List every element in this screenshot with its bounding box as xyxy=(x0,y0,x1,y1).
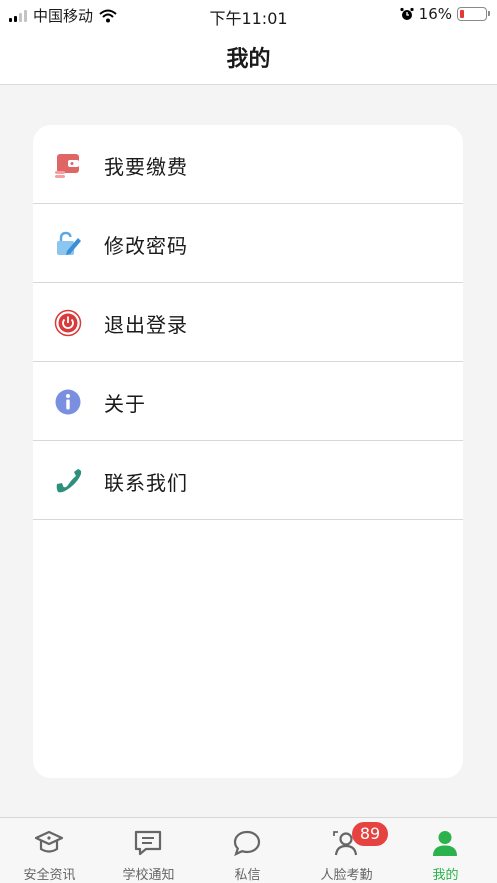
status-bar: 中国移动 下午11:01 16% xyxy=(0,0,497,28)
phone-icon xyxy=(56,469,82,493)
alarm-icon xyxy=(400,7,414,20)
tab-bar: 安全资讯 学校通知 私信 89 人脸考勤 我的 xyxy=(0,817,497,883)
tab-mine[interactable]: 我的 xyxy=(396,818,495,883)
battery-percent: 16% xyxy=(418,5,452,23)
menu-item-label: 我要缴费 xyxy=(104,155,188,179)
tab-safety-news[interactable]: 安全资讯 xyxy=(0,818,99,883)
tab-face-attendance[interactable]: 89 人脸考勤 xyxy=(297,818,396,883)
tab-label: 私信 xyxy=(234,868,261,883)
message-square-icon xyxy=(134,830,162,856)
tab-school-notice[interactable]: 学校通知 xyxy=(99,818,198,883)
tab-label: 我的 xyxy=(432,868,459,883)
menu-item-label: 关于 xyxy=(104,392,146,416)
menu-card: 我要缴费 修改密码 退出登录 关于 联系我们 xyxy=(33,125,463,778)
info-icon xyxy=(55,389,81,415)
nav-bar: 我的 xyxy=(0,28,497,85)
user-icon xyxy=(433,831,457,856)
power-icon xyxy=(54,309,82,337)
menu-item-contact[interactable]: 联系我们 xyxy=(33,441,463,520)
menu-item-about[interactable]: 关于 xyxy=(33,362,463,441)
menu-item-label: 退出登录 xyxy=(104,313,188,337)
tab-private-message[interactable]: 私信 xyxy=(198,818,297,883)
menu-item-payment[interactable]: 我要缴费 xyxy=(33,125,463,204)
menu-item-label: 联系我们 xyxy=(104,471,188,495)
wallet-icon xyxy=(55,154,79,178)
chat-bubble-icon xyxy=(233,830,261,857)
battery-icon xyxy=(457,7,490,21)
tab-label: 人脸考勤 xyxy=(320,868,373,883)
notification-badge: 89 xyxy=(352,822,388,846)
edit-lock-icon xyxy=(57,231,81,255)
tab-label: 学校通知 xyxy=(122,868,175,883)
battery-level xyxy=(460,10,464,18)
status-right: 16% xyxy=(400,5,490,23)
tab-label: 安全资讯 xyxy=(23,868,76,883)
menu-item-change-password[interactable]: 修改密码 xyxy=(33,204,463,283)
menu-item-label: 修改密码 xyxy=(104,234,188,258)
graduation-cap-icon xyxy=(34,830,64,853)
page-title: 我的 xyxy=(226,47,271,72)
menu-item-logout[interactable]: 退出登录 xyxy=(33,283,463,362)
